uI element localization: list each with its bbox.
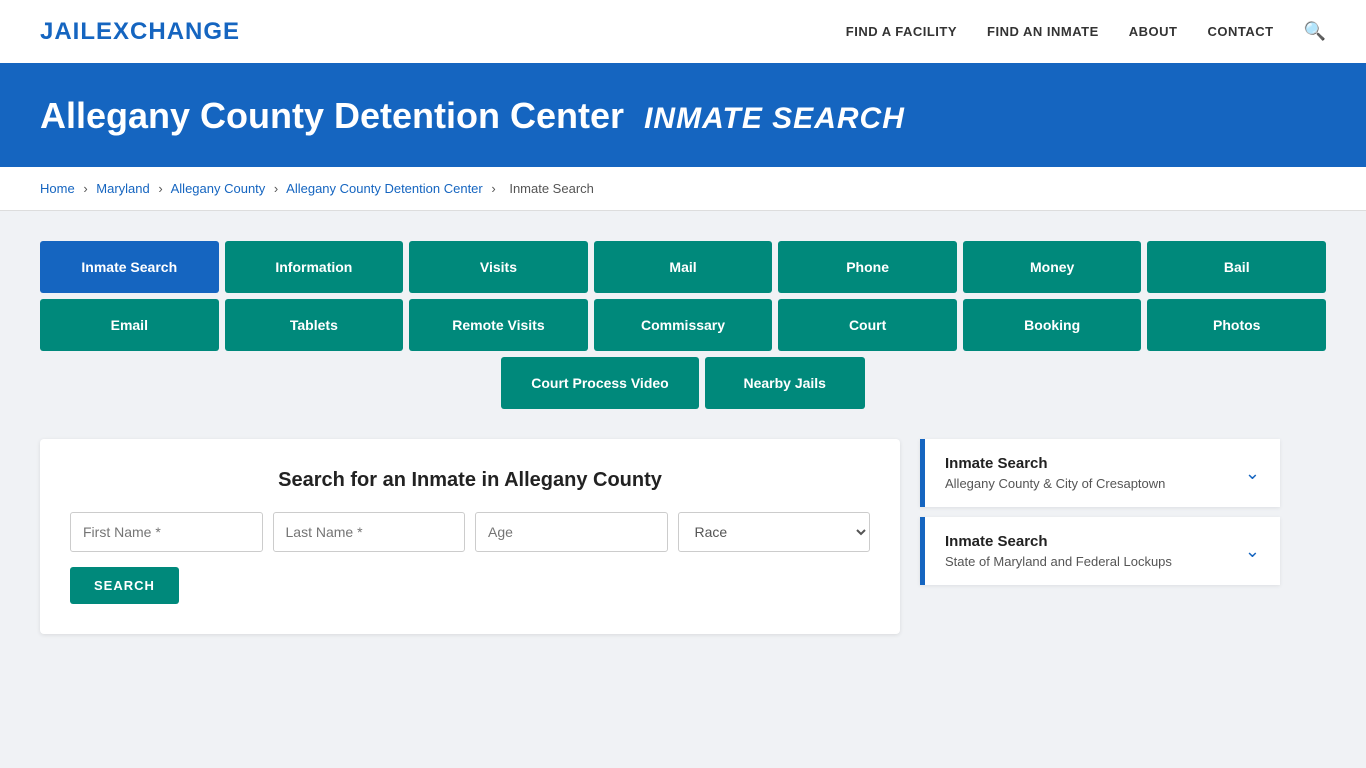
search-button[interactable]: SEARCH	[70, 567, 179, 604]
tab-information[interactable]: Information	[225, 241, 404, 293]
age-input[interactable]	[475, 512, 668, 552]
site-logo[interactable]: JAILEXCHANGE	[40, 18, 240, 46]
race-select[interactable]: Race White Black Hispanic Asian Other	[678, 512, 871, 552]
tab-bail[interactable]: Bail	[1147, 241, 1326, 293]
hero-banner: Allegany County Detention Center INMATE …	[0, 65, 1366, 167]
breadcrumb-current: Inmate Search	[509, 181, 594, 196]
search-inputs: Race White Black Hispanic Asian Other	[70, 512, 870, 552]
content-layout: Search for an Inmate in Allegany County …	[40, 439, 1326, 634]
sidebar-card-2-title: Inmate Search	[945, 533, 1172, 550]
sidebar: Inmate Search Allegany County & City of …	[920, 439, 1280, 634]
logo-exchange: EXCHANGE	[96, 18, 240, 45]
search-form-title: Search for an Inmate in Allegany County	[70, 469, 870, 492]
main-content: Inmate Search Information Visits Mail Ph…	[0, 211, 1366, 664]
tab-money[interactable]: Money	[963, 241, 1142, 293]
tabs-row-2: Email Tablets Remote Visits Commissary C…	[40, 299, 1326, 351]
breadcrumb-facility[interactable]: Allegany County Detention Center	[286, 181, 483, 196]
tab-tablets[interactable]: Tablets	[225, 299, 404, 351]
tab-court[interactable]: Court	[778, 299, 957, 351]
main-nav: FIND A FACILITY FIND AN INMATE ABOUT CON…	[846, 21, 1326, 42]
tabs-container: Inmate Search Information Visits Mail Ph…	[40, 241, 1326, 409]
logo-jail: JAIL	[40, 18, 96, 45]
site-header: JAILEXCHANGE FIND A FACILITY FIND AN INM…	[0, 0, 1366, 65]
breadcrumb-maryland[interactable]: Maryland	[96, 181, 149, 196]
tab-remote-visits[interactable]: Remote Visits	[409, 299, 588, 351]
last-name-input[interactable]	[273, 512, 466, 552]
chevron-down-icon-2: ⌄	[1245, 541, 1260, 562]
content-main: Search for an Inmate in Allegany County …	[40, 439, 900, 634]
search-form-box: Search for an Inmate in Allegany County …	[40, 439, 900, 634]
tabs-row-1: Inmate Search Information Visits Mail Ph…	[40, 241, 1326, 293]
nav-find-inmate[interactable]: FIND AN INMATE	[987, 24, 1099, 39]
nav-contact[interactable]: CONTACT	[1207, 24, 1273, 39]
tab-phone[interactable]: Phone	[778, 241, 957, 293]
sidebar-card-2[interactable]: Inmate Search State of Maryland and Fede…	[920, 517, 1280, 585]
nav-find-facility[interactable]: FIND A FACILITY	[846, 24, 957, 39]
sidebar-card-1-subtitle: Allegany County & City of Cresaptown	[945, 476, 1165, 491]
nav-about[interactable]: ABOUT	[1129, 24, 1178, 39]
tab-inmate-search[interactable]: Inmate Search	[40, 241, 219, 293]
tab-photos[interactable]: Photos	[1147, 299, 1326, 351]
tabs-row-3: Court Process Video Nearby Jails	[40, 357, 1326, 409]
tab-booking[interactable]: Booking	[963, 299, 1142, 351]
breadcrumb: Home › Maryland › Allegany County › Alle…	[0, 167, 1366, 211]
tab-mail[interactable]: Mail	[594, 241, 773, 293]
tab-visits[interactable]: Visits	[409, 241, 588, 293]
sidebar-card-1-title: Inmate Search	[945, 455, 1165, 472]
sidebar-card-2-subtitle: State of Maryland and Federal Lockups	[945, 554, 1172, 569]
tab-nearby-jails[interactable]: Nearby Jails	[705, 357, 865, 409]
tab-court-process-video[interactable]: Court Process Video	[501, 357, 698, 409]
chevron-down-icon: ⌄	[1245, 463, 1260, 484]
sidebar-card-1[interactable]: Inmate Search Allegany County & City of …	[920, 439, 1280, 507]
breadcrumb-allegany-county[interactable]: Allegany County	[171, 181, 266, 196]
breadcrumb-home[interactable]: Home	[40, 181, 75, 196]
hero-title: Allegany County Detention Center INMATE …	[40, 95, 1326, 137]
tab-email[interactable]: Email	[40, 299, 219, 351]
first-name-input[interactable]	[70, 512, 263, 552]
search-icon[interactable]: 🔍	[1304, 21, 1326, 42]
tab-commissary[interactable]: Commissary	[594, 299, 773, 351]
